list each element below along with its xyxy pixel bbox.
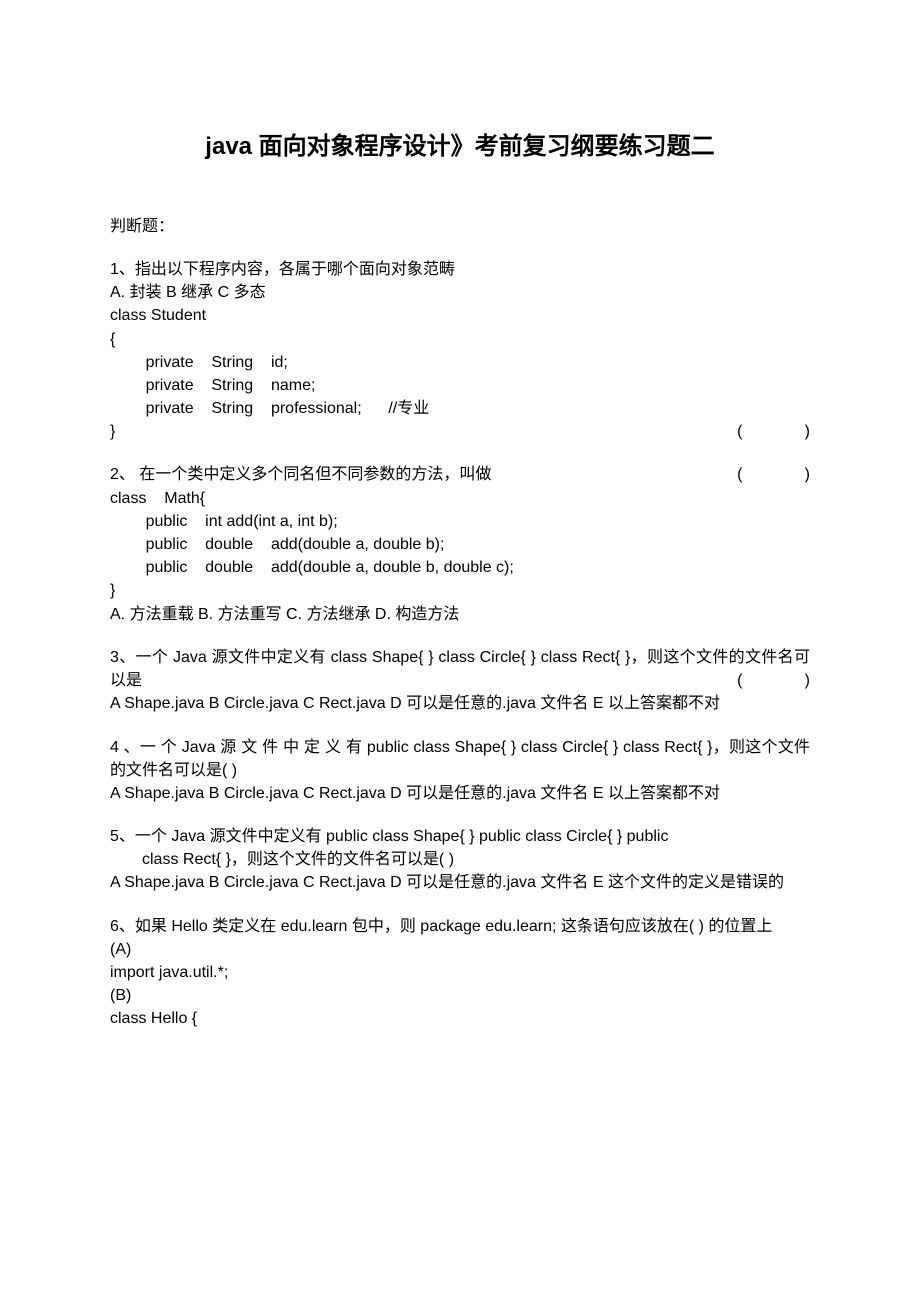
q6-code-line: (B) [110,984,810,1007]
question-5: 5、一个 Java 源文件中定义有 public class Shape{ } … [110,825,810,895]
q3-prompt-text: 3、一个 Java 源文件中定义有 class Shape{ } class C… [110,649,810,689]
q2-prompt: 2、 在一个类中定义多个同名但不同参数的方法，叫做 [110,463,491,486]
document-title: java 面向对象程序设计》考前复习纲要练习题二 [110,130,810,165]
q6-code-line: (A) [110,938,810,961]
question-6: 6、如果 Hello 类定义在 edu.learn 包中，则 package e… [110,915,810,1031]
q1-code-line: private String name; [110,374,810,397]
q4-prompt: 4 、一 个 Java 源 文 件 中 定 义 有 public class S… [110,736,810,782]
question-1: 1、指出以下程序内容，各属于哪个面向对象范畴 A. 封装 B 继承 C 多态 c… [110,258,810,444]
answer-blank: ( ) [737,669,810,692]
q2-code-line: } [110,579,810,602]
answer-blank: ( ) [737,463,810,486]
document-page: java 面向对象程序设计》考前复习纲要练习题二 判断题： 1、指出以下程序内容… [0,0,920,1302]
q1-options: A. 封装 B 继承 C 多态 [110,281,810,304]
q5-options: A Shape.java B Circle.java C Rect.java D… [110,871,810,894]
section-label: 判断题： [110,215,810,238]
q1-code-line: } [110,420,115,443]
q5-prompt-line1: 5、一个 Java 源文件中定义有 public class Shape{ } … [110,825,810,848]
q2-code-line: public double add(double a, double b, do… [110,556,810,579]
q1-code-line: { [110,328,810,351]
q6-code-line: class Hello { [110,1007,810,1030]
q2-code-line: public int add(int a, int b); [110,510,810,533]
question-2: 2、 在一个类中定义多个同名但不同参数的方法，叫做 ( ) class Math… [110,463,810,625]
q1-code-line: class Student [110,304,810,327]
question-3: 3、一个 Java 源文件中定义有 class Shape{ } class C… [110,646,810,716]
question-4: 4 、一 个 Java 源 文 件 中 定 义 有 public class S… [110,736,810,806]
q1-prompt: 1、指出以下程序内容，各属于哪个面向对象范畴 [110,258,810,281]
q5-prompt-line2: class Rect{ }，则这个文件的文件名可以是( ) [110,848,810,871]
answer-blank: ( ) [737,420,810,443]
q1-code-line: private String professional; //专业 [110,397,810,420]
q1-code-line: private String id; [110,351,810,374]
q2-code-line: class Math{ [110,487,810,510]
q3-options: A Shape.java B Circle.java C Rect.java D… [110,692,810,715]
q6-prompt: 6、如果 Hello 类定义在 edu.learn 包中，则 package e… [110,915,810,938]
q2-code-line: public double add(double a, double b); [110,533,810,556]
q4-options: A Shape.java B Circle.java C Rect.java D… [110,782,810,805]
q6-code-line: import java.util.*; [110,961,810,984]
q3-prompt: 3、一个 Java 源文件中定义有 class Shape{ } class C… [110,646,810,692]
q2-options: A. 方法重载 B. 方法重写 C. 方法继承 D. 构造方法 [110,603,810,626]
